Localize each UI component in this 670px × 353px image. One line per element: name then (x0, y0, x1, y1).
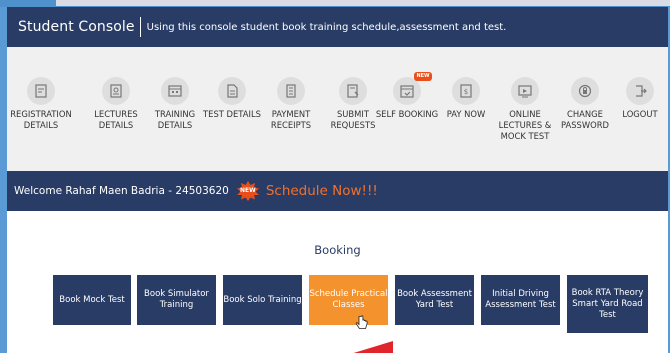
schedule-now-link[interactable]: Schedule Now!!! (266, 183, 378, 199)
lectures-icon (102, 77, 130, 105)
online-lectures-icon (511, 77, 539, 105)
nav-item-self-booking[interactable]: NEW SELF BOOKING (375, 72, 439, 120)
welcome-bar: Welcome Rahaf Maen Badria - 24503620 NEW… (7, 171, 668, 211)
nav-item-training-details[interactable]: TRAINING DETAILS (143, 77, 207, 131)
student-console-panel: Student Console Using this console stude… (7, 7, 668, 353)
nav-item-label: PAY NOW (446, 109, 486, 119)
nav-item-label: PAYMENT RECEIPTS (270, 109, 312, 130)
book-assessment-yard-test-button[interactable]: Book Assessment Yard Test (395, 275, 474, 325)
nav-item-lectures-details[interactable]: LECTURES DETAILS (84, 77, 148, 131)
nav-item-label: REGISTRATION DETAILS (10, 109, 72, 130)
top-strip (0, 0, 670, 7)
calendar-icon: NEW (393, 72, 432, 105)
nav-item-payment-receipts[interactable]: PAYMENT RECEIPTS (259, 77, 323, 131)
book-mock-test-button[interactable]: Book Mock Test (53, 275, 131, 325)
new-starburst-text: NEW (239, 187, 256, 194)
booking-title: Booking (314, 243, 361, 257)
book-rta-theory-smart-yard-road-test-button[interactable]: Book RTA Theory Smart Yard Road Test (567, 275, 648, 333)
schedule-practical-classes-button[interactable]: Schedule Practical Classes (309, 275, 388, 325)
nav-item-label: ONLINE LECTURES & MOCK TEST (498, 109, 552, 141)
svg-text:$: $ (464, 88, 468, 96)
receipt-icon (277, 77, 305, 105)
console-subtitle: Using this console student book training… (146, 21, 507, 33)
nav-item-logout[interactable]: LOGOUT (608, 77, 668, 120)
nav-item-label: TRAINING DETAILS (154, 109, 196, 130)
nav-bar: REGISTRATION DETAILS LECTURES DETAILS TR… (7, 47, 668, 171)
request-icon (339, 77, 367, 105)
registration-icon (27, 77, 55, 105)
console-header: Student Console Using this console stude… (7, 7, 668, 47)
test-icon (218, 77, 246, 105)
training-icon (161, 77, 189, 105)
pointer-arrow-icon (353, 341, 393, 353)
nav-item-label: TEST DETAILS (203, 109, 261, 119)
nav-item-pay-now[interactable]: $ PAY NOW (434, 77, 498, 120)
new-badge: NEW (414, 72, 432, 81)
pay-icon: $ (452, 77, 480, 105)
nav-item-registration-details[interactable]: REGISTRATION DETAILS (9, 77, 73, 131)
nav-item-test-details[interactable]: TEST DETAILS (200, 77, 264, 120)
book-simulator-training-button[interactable]: Book Simulator Training (137, 275, 216, 325)
nav-item-label: LOGOUT (622, 109, 658, 119)
header-separator (139, 17, 141, 37)
new-starburst-badge: NEW (236, 181, 260, 201)
nav-item-online-lectures[interactable]: ONLINE LECTURES & MOCK TEST (493, 77, 557, 142)
welcome-text: Welcome Rahaf Maen Badria - 24503620 (14, 185, 229, 197)
nav-item-label: SELF BOOKING (375, 109, 439, 119)
password-icon (571, 77, 599, 105)
hand-cursor-icon (355, 315, 368, 329)
initial-driving-assessment-test-button[interactable]: Initial Driving Assessment Test (481, 275, 560, 325)
console-title: Student Console (18, 19, 135, 35)
logout-icon (626, 77, 654, 105)
book-solo-training-button[interactable]: Book Solo Training (223, 275, 302, 325)
top-strip-gray (56, 0, 670, 6)
nav-item-label: LECTURES DETAILS (94, 109, 138, 130)
